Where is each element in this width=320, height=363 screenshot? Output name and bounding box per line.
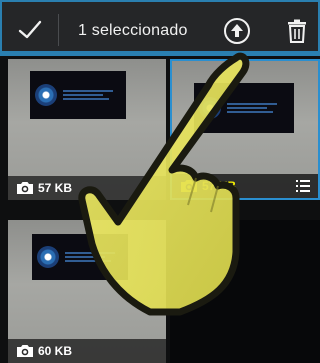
selection-count: 1 seleccionado [78, 22, 188, 39]
photo-thumbnail-selected[interactable]: 57 KB [170, 59, 320, 200]
card-logo-image [37, 246, 59, 268]
photo-content [32, 234, 128, 280]
photo-thumbnail[interactable]: 57 KB [8, 59, 166, 200]
photo-content [30, 71, 126, 119]
list-menu-icon[interactable] [296, 180, 310, 192]
card-graphic [227, 103, 277, 113]
card-graphic [65, 252, 115, 262]
card-logo-image [199, 97, 221, 119]
action-bar: 1 seleccionado [0, 0, 320, 56]
upload-circle-icon [224, 18, 250, 44]
file-size: 60 KB [38, 344, 73, 358]
photo-info-strip: 57 KB [8, 176, 166, 200]
card-logo-image [35, 84, 57, 106]
photo-content [194, 83, 294, 133]
photo-info-strip: 60 KB [8, 339, 166, 363]
trash-icon [288, 19, 306, 43]
upload-button[interactable] [222, 16, 252, 46]
file-size: 57 KB [38, 181, 73, 195]
done-button[interactable] [8, 8, 52, 52]
camera-icon [17, 182, 33, 194]
check-icon [18, 20, 42, 39]
photo-grid: 57 KB 57 KB 60 KB [0, 59, 320, 363]
file-size: 57 KB [202, 179, 237, 193]
photo-thumbnail[interactable]: 60 KB [8, 220, 166, 363]
card-graphic [63, 90, 113, 100]
empty-grid-slot [170, 220, 320, 363]
photo-info-strip: 57 KB [172, 174, 318, 198]
camera-icon [17, 345, 33, 357]
delete-button[interactable] [282, 16, 312, 46]
camera-icon [181, 180, 197, 192]
action-bar-divider [58, 14, 59, 46]
